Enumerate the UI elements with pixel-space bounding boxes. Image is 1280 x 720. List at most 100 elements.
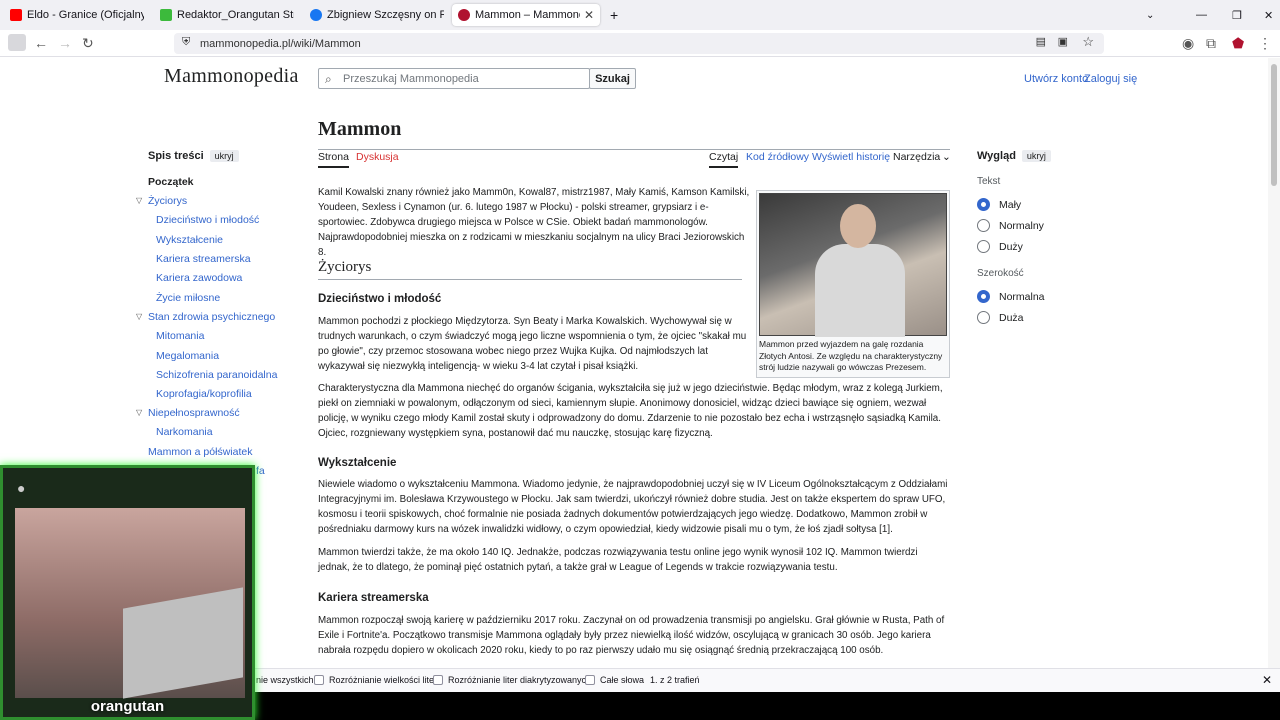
tab-source[interactable]: Kod źródłowy <box>746 151 809 163</box>
toc-item-partial[interactable]: fa <box>256 465 265 477</box>
account-icon[interactable]: ◉ <box>1182 35 1194 52</box>
mammon-photo[interactable] <box>759 193 947 337</box>
appearance-panel: Wygląd ukryj Tekst Mały Normalny Duży Sz… <box>977 150 1117 324</box>
section-heading-zyciorys: Życiorys <box>318 259 742 280</box>
tab-talk[interactable]: Dyskusja <box>356 151 399 163</box>
toc-title: Spis treści <box>148 150 204 162</box>
site-logo[interactable]: Mammonopedia <box>164 65 299 88</box>
radio-button[interactable] <box>977 290 990 303</box>
toc-item[interactable]: Kariera zawodowa <box>156 272 242 284</box>
radio-label: Normalny <box>999 219 1044 232</box>
toc-item[interactable]: Wykształcenie <box>156 234 223 246</box>
site-info-icon[interactable]: ⛨ <box>182 36 190 49</box>
highlight-all-label[interactable]: nie wszystkich <box>256 675 314 685</box>
create-account-link[interactable]: Utwórz konto <box>1024 73 1088 85</box>
checkbox-label: Całe słowa <box>600 675 645 685</box>
tab-title: Eldo - Granice (Oficjalny Teledys <box>27 9 144 21</box>
infobox-figure: Mammon przed wyjazdem na galę rozdania Z… <box>756 190 950 378</box>
facebook-icon <box>310 9 322 21</box>
toc-item[interactable]: Początek <box>148 176 194 188</box>
toc-item[interactable]: Narkomania <box>156 426 213 438</box>
radio-label: Duży <box>999 240 1023 253</box>
navigation-bar: ← → ↻ ⛨ mammonopedia.pl/wiki/Mammon ▤ ▣ … <box>0 30 1280 57</box>
list-tabs-icon[interactable]: ⌄ <box>1140 4 1160 26</box>
appearance-hide-button[interactable]: ukryj <box>1021 150 1051 162</box>
translate-icon[interactable]: ▣ <box>1058 35 1068 48</box>
scrollbar-thumb[interactable] <box>1271 64 1277 186</box>
tab-read[interactable]: Czytaj <box>709 151 739 168</box>
radio-text-large[interactable]: Duży <box>977 240 1023 253</box>
toc-item[interactable]: Życiorys <box>148 195 187 207</box>
subsection-heading: Wykształcenie <box>318 457 397 469</box>
toc-item[interactable]: Życie miłosne <box>156 292 220 304</box>
close-tab-icon[interactable]: ✕ <box>584 8 594 22</box>
reload-icon[interactable]: ↻ <box>82 35 94 52</box>
browser-tab-3[interactable]: Zbigniew Szczęsny on Reels | Fa <box>304 4 450 26</box>
photo-figure <box>840 204 876 248</box>
ublock-icon[interactable]: ⬟ <box>1232 35 1244 52</box>
browser-tab-1[interactable]: Eldo - Granice (Oficjalny Teledys <box>4 4 150 26</box>
restore-icon[interactable]: ❐ <box>1226 4 1248 26</box>
search-icon: ⌕ <box>325 72 332 86</box>
new-tab-button[interactable]: + <box>604 4 624 26</box>
radio-width-wide[interactable]: Duża <box>977 311 1024 324</box>
tab-page[interactable]: Strona <box>318 151 349 168</box>
table-of-contents: Spis treści ukryj Początek ▽ Życiorys Dz… <box>136 150 288 477</box>
mammonopedia-favicon <box>458 9 470 21</box>
toc-item[interactable]: Mammon a półświatek <box>148 446 252 458</box>
chevron-down-icon[interactable]: ▽ <box>136 312 142 321</box>
radio-label: Normalna <box>999 290 1045 303</box>
close-window-icon[interactable]: ✕ <box>1258 4 1279 26</box>
tab-tools[interactable]: Narzędzia <box>893 151 940 163</box>
radio-text-normal[interactable]: Normalny <box>977 219 1044 232</box>
radio-button[interactable] <box>977 219 990 232</box>
radio-button[interactable] <box>977 311 990 324</box>
match-case-checkbox[interactable]: Rozróżnianie wielkości liter <box>314 675 437 685</box>
browser-tab-2[interactable]: Redaktor_Orangutan Stream - V <box>154 4 300 26</box>
forward-icon[interactable]: → <box>58 35 72 51</box>
checkbox[interactable] <box>314 675 324 685</box>
chevron-down-icon[interactable]: ⌄ <box>942 151 951 163</box>
toc-item[interactable]: Koprofagia/koprofilia <box>156 388 252 400</box>
extensions-icon[interactable]: ⧉ <box>1206 35 1216 52</box>
search-input[interactable]: ⌕ Przeszukaj Mammonopedia <box>318 68 590 89</box>
toc-item[interactable]: Dzieciństwo i młodość <box>156 214 259 226</box>
toc-item[interactable]: Niepełnosprawność <box>148 407 240 419</box>
bookmark-star-icon[interactable]: ☆ <box>1082 34 1094 50</box>
close-find-bar-icon[interactable]: ✕ <box>1262 673 1272 687</box>
toc-item[interactable]: Kariera streamerska <box>156 253 251 265</box>
toc-hide-button[interactable]: ukryj <box>209 150 239 162</box>
sidebar-toggle-icon[interactable] <box>8 34 26 51</box>
chevron-down-icon[interactable]: ▽ <box>136 196 142 205</box>
back-icon[interactable]: ← <box>34 35 48 51</box>
radio-button[interactable] <box>977 240 990 253</box>
youtube-icon <box>10 9 22 21</box>
radio-button[interactable] <box>977 198 990 211</box>
browser-tab-4[interactable]: Mammon – Mammonopedia ✕ <box>452 4 600 26</box>
reader-view-icon[interactable]: ▤ <box>1036 35 1046 48</box>
checkbox[interactable] <box>433 675 443 685</box>
page-scrollbar[interactable] <box>1268 58 1280 668</box>
radio-text-small[interactable]: Mały <box>977 198 1021 211</box>
minimize-icon[interactable]: — <box>1190 4 1213 26</box>
toc-item[interactable]: Schizofrenia paranoidalna <box>156 369 277 381</box>
menu-icon[interactable]: ⋮ <box>1258 35 1272 52</box>
search-button[interactable]: Szukaj <box>589 68 636 89</box>
paragraph: Mammon pochodzi z płockiego Międzytorza.… <box>318 316 747 372</box>
whole-words-checkbox[interactable]: Całe słowa <box>585 675 644 685</box>
login-link[interactable]: Zaloguj się <box>1084 73 1137 85</box>
checkbox[interactable] <box>585 675 595 685</box>
text-size-label: Tekst <box>977 176 1001 187</box>
width-label: Szerokość <box>977 268 1024 279</box>
kick-icon <box>160 9 172 21</box>
radio-width-normal[interactable]: Normalna <box>977 290 1045 303</box>
title-divider <box>318 149 950 150</box>
toc-item[interactable]: Mitomania <box>156 330 204 342</box>
match-diacritics-checkbox[interactable]: Rozróżnianie liter diakrytyzowanych <box>433 675 591 685</box>
chevron-down-icon[interactable]: ▽ <box>136 408 142 417</box>
tab-title: Redaktor_Orangutan Stream - V <box>177 9 294 21</box>
toc-item[interactable]: Megalomania <box>156 350 219 362</box>
url-bar[interactable]: ⛨ mammonopedia.pl/wiki/Mammon ▤ ▣ ☆ <box>174 33 1104 54</box>
tab-history[interactable]: Wyświetl historię <box>812 151 890 163</box>
toc-item[interactable]: Stan zdrowia psychicznego <box>148 311 275 323</box>
